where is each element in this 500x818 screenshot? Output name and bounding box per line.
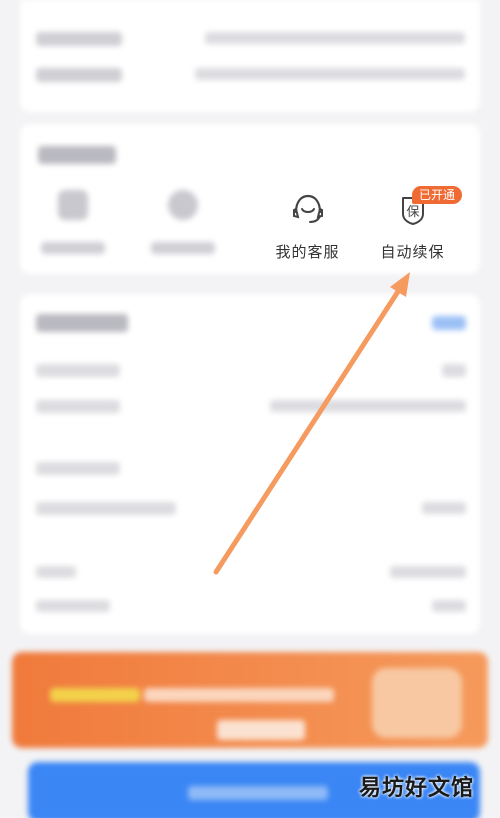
my-customer-service-label: 我的客服 bbox=[275, 243, 340, 261]
policy-summary-card bbox=[20, 0, 480, 112]
my-customer-service-item[interactable]: 我的客服 bbox=[255, 184, 360, 274]
policy-info-card bbox=[20, 294, 480, 634]
auto-renew-status-badge: 已开通 bbox=[412, 186, 463, 204]
promo-banner[interactable] bbox=[12, 652, 488, 748]
watermark-text: 易坊好文馆 bbox=[358, 776, 474, 801]
headset-icon bbox=[292, 194, 323, 223]
svg-text:保: 保 bbox=[406, 205, 419, 220]
auto-renew-label: 自动续保 bbox=[380, 243, 445, 261]
